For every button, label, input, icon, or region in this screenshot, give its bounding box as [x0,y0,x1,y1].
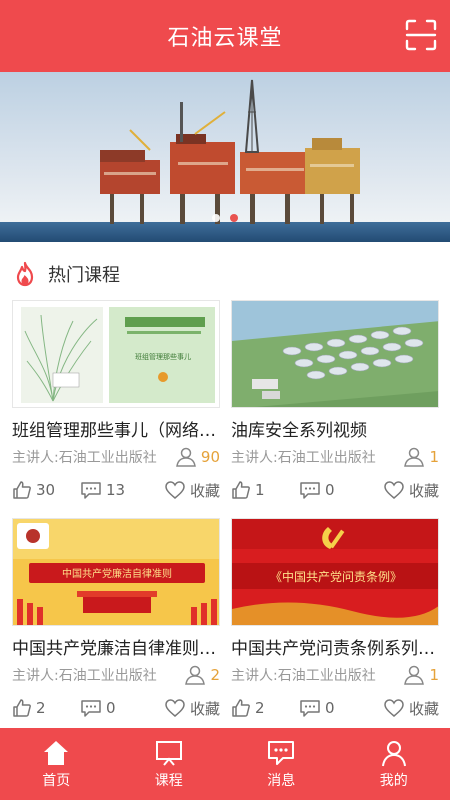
like-count: 30 [36,481,56,499]
learner-count: 2 [210,666,220,684]
tab-course[interactable]: 课程 [113,728,226,800]
tab-label: 消息 [267,772,296,789]
section-title: 热门课程 [48,265,120,286]
thumbs-up-icon [13,699,31,717]
favorite-label: 收藏 [408,481,439,500]
comment-button[interactable]: 13 [80,480,148,500]
comment-icon [300,482,320,499]
favorite-button[interactable]: 收藏 [383,480,439,501]
comment-icon [300,700,320,717]
heart-icon [165,481,185,499]
scan-icon[interactable] [404,18,438,52]
favorite-label: 收藏 [189,699,220,718]
comment-button[interactable]: 0 [299,698,367,718]
heart-icon [384,699,404,717]
thumb-text: 班组管理那些事儿 [135,352,191,361]
like-button[interactable]: 2 [231,698,299,718]
favorite-button[interactable]: 收藏 [164,698,220,719]
like-count: 2 [36,699,46,717]
learner-icon [404,447,425,467]
tab-message[interactable]: 消息 [225,728,338,800]
thumbs-up-icon [13,481,31,499]
course-thumbnail[interactable]: 中国共产党廉洁自律准则 [12,518,220,626]
learner-count: 1 [429,448,439,466]
like-button[interactable]: 30 [12,480,80,500]
learner-count: 1 [429,666,439,684]
lecturer-label: 主讲人:石油工业出版社 [12,450,157,466]
favorite-button[interactable]: 收藏 [383,698,439,719]
comment-icon [81,700,101,717]
comment-count: 13 [106,481,126,499]
like-button[interactable]: 1 [231,480,299,500]
favorite-label: 收藏 [189,481,220,500]
learner-icon [404,665,425,685]
course-thumbnail[interactable]: 班组管理那些事儿 [12,300,220,408]
tab-label: 我的 [379,772,408,789]
bottom-tab-bar: 首页 课程 消息 我的 [0,728,450,800]
like-count: 2 [255,699,265,717]
learner-count: 90 [200,448,220,466]
course-title[interactable]: 班组管理那些事儿（网络… [12,420,220,442]
tab-label: 首页 [42,772,71,789]
comment-count: 0 [106,699,116,717]
lecturer-label: 主讲人:石油工业出版社 [231,450,376,466]
favorite-button[interactable]: 收藏 [164,480,220,501]
fire-icon [16,261,34,287]
course-card[interactable]: 中国共产党廉洁自律准则 中国共产党廉洁自律准则… 主讲人:石油工业出版社 2 2… [12,518,220,720]
carousel-dot-active[interactable] [230,214,238,222]
lecturer-label: 主讲人:石油工业出版社 [12,668,157,684]
section-header: 热门课程 [0,252,450,296]
heart-icon [165,699,185,717]
banner-carousel[interactable] [0,72,450,242]
thumb-text: 《中国共产党问责条例》 [270,569,402,584]
app-header: 石油云课堂 [0,0,450,72]
thumb-text: 中国共产党廉洁自律准则 [62,567,172,580]
home-icon [44,740,69,765]
course-title[interactable]: 中国共产党廉洁自律准则… [12,638,220,660]
course-thumbnail[interactable] [231,300,439,408]
comment-icon [81,482,101,499]
thumbs-up-icon [232,699,250,717]
course-card[interactable]: 班组管理那些事儿 班组管理那些事儿（网络… 主讲人:石油工业出版社 90 30 [12,300,220,502]
course-title[interactable]: 油库安全系列视频 [231,420,439,442]
comment-button[interactable]: 0 [80,698,148,718]
comment-button[interactable]: 0 [299,480,367,500]
profile-icon [381,740,406,766]
course-icon [155,740,182,766]
tab-home[interactable]: 首页 [0,728,113,800]
learner-icon [185,665,206,685]
comment-count: 0 [325,481,335,499]
comment-count: 0 [325,699,335,717]
heart-icon [384,481,404,499]
tab-label: 课程 [154,772,183,789]
like-button[interactable]: 2 [12,698,80,718]
carousel-dot[interactable] [212,214,220,222]
thumbs-up-icon [232,481,250,499]
like-count: 1 [255,481,265,499]
course-title[interactable]: 中国共产党问责条例系列… [231,638,439,660]
learner-icon [176,447,196,467]
course-card[interactable]: 《中国共产党问责条例》 中国共产党问责条例系列… 主讲人:石油工业出版社 1 2 [231,518,439,720]
course-card[interactable]: 油库安全系列视频 主讲人:石油工业出版社 1 1 0 收藏 [231,300,439,502]
lecturer-label: 主讲人:石油工业出版社 [231,668,376,684]
favorite-label: 收藏 [408,699,439,718]
course-thumbnail[interactable]: 《中国共产党问责条例》 [231,518,439,626]
tab-profile[interactable]: 我的 [338,728,450,800]
app-title: 石油云课堂 [167,26,283,51]
carousel-indicator [0,214,450,222]
message-icon [268,740,295,765]
